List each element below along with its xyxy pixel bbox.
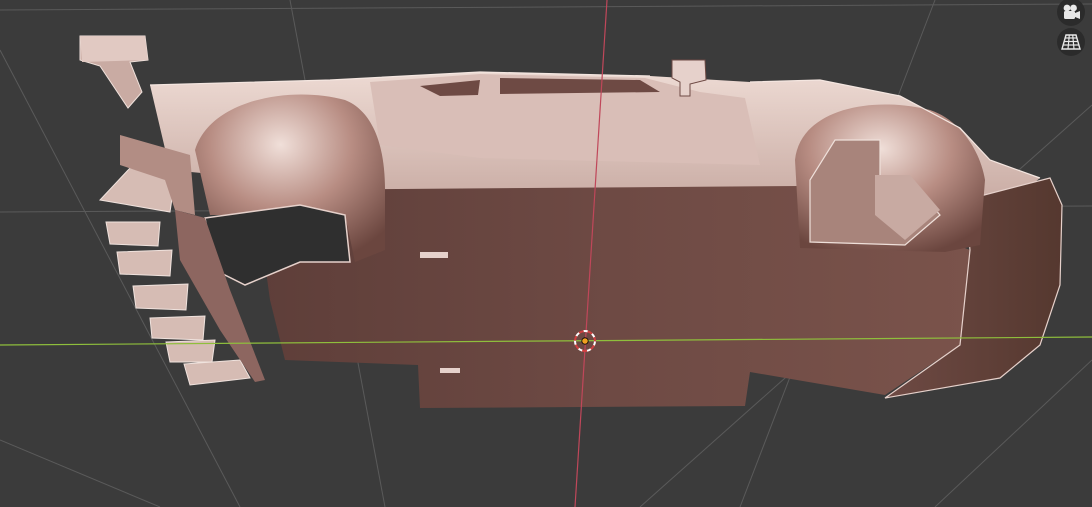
3d-viewport[interactable] — [0, 0, 1092, 507]
perspective-toggle-button[interactable] — [1057, 28, 1085, 56]
viewport-scene[interactable] — [0, 0, 1092, 507]
car-body-mesh[interactable] — [79, 35, 1063, 408]
camera-view-icon — [1063, 4, 1080, 19]
perspective-grid-icon — [1061, 34, 1081, 50]
